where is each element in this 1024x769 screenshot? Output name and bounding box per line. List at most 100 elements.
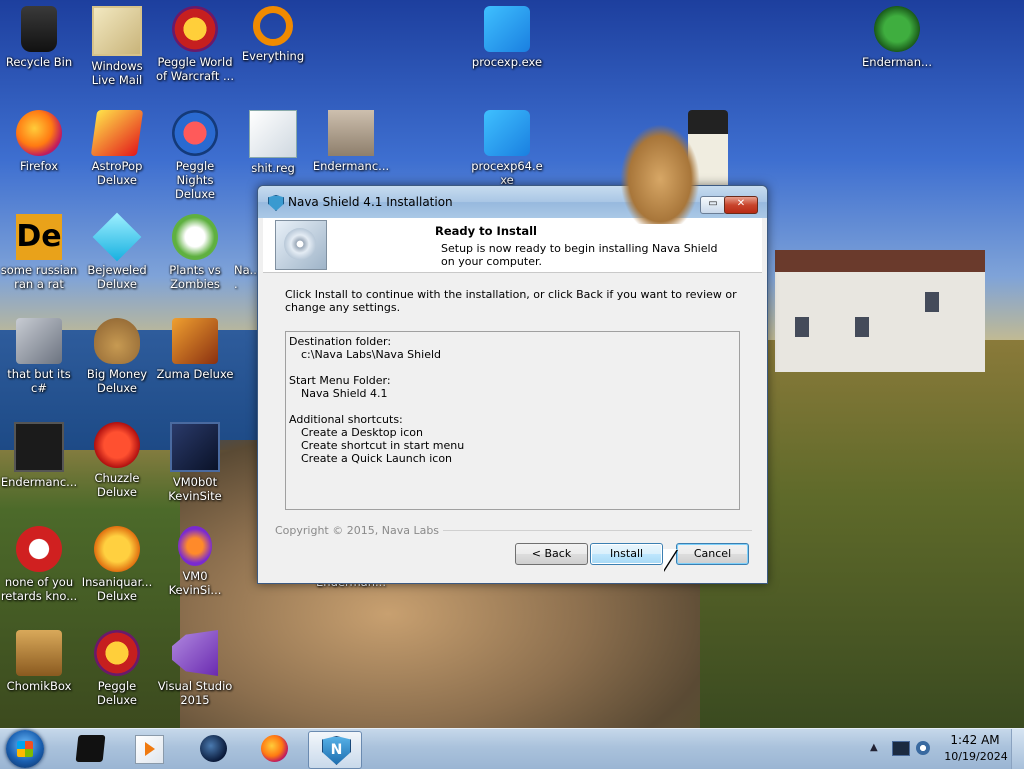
- dragon-icon: [874, 6, 920, 52]
- restore-button[interactable]: ▭: [700, 196, 726, 214]
- wallpaper-house: [775, 250, 985, 372]
- taskbar: N ▲ 1:42 AM 10/19/2024: [0, 728, 1024, 769]
- desktop-icon-insaniquarium[interactable]: Insaniquar... Deluxe: [78, 526, 156, 603]
- desktop-icon-windows-live-mail[interactable]: Windows Live Mail: [78, 6, 156, 87]
- black-app-icon: [75, 735, 106, 762]
- copyright-text: Copyright © 2015, Nava Labs: [275, 524, 444, 537]
- desktop-icon-shit-reg[interactable]: shit.reg: [234, 110, 312, 175]
- volume-icon[interactable]: [916, 741, 930, 755]
- terminal-icon: [14, 422, 64, 472]
- recycle-bin-icon: [21, 6, 57, 52]
- desktop-icon-enderman-dragon[interactable]: Enderman...: [858, 6, 936, 69]
- taskbar-app-media[interactable]: [122, 731, 174, 767]
- visual-studio-icon: [172, 630, 218, 676]
- cancel-button[interactable]: Cancel: [676, 543, 749, 565]
- desktop-icon-zuma[interactable]: Zuma Deluxe: [156, 318, 234, 381]
- taskbar-app-globe[interactable]: [187, 731, 239, 767]
- start-button[interactable]: [6, 730, 44, 768]
- desktop-icon-peggle-wow[interactable]: Peggle World of Warcraft ...: [156, 6, 234, 83]
- desktop-icon-procexp64[interactable]: procexp64.exe: [468, 110, 546, 187]
- money-bag-icon: [94, 318, 140, 364]
- intro-text: Click Install to continue with the insta…: [285, 288, 737, 314]
- desktop-icon-partial[interactable]: Na...: [234, 214, 258, 291]
- wizard-page-subtitle: Setup is now ready to begin installing N…: [441, 242, 718, 268]
- de-icon: De: [16, 214, 62, 260]
- procexp-icon: [484, 6, 530, 52]
- summary-line: Create a Quick Launch icon: [301, 452, 453, 465]
- summary-line: Destination folder:: [289, 335, 392, 348]
- desktop-icon-plants-vs-zombies[interactable]: Plants vs Zombies: [156, 214, 234, 291]
- settings-summary-box[interactable]: Destination folder: c:\Nava Labs\Nava Sh…: [285, 331, 740, 510]
- icon-label: ChomikBox: [6, 679, 72, 693]
- icon-label: VM0b0t KevinSite: [168, 475, 222, 503]
- icon-label: Zuma Deluxe: [156, 367, 234, 381]
- icon-label: Chuzzle Deluxe: [94, 471, 140, 499]
- summary-line: Create shortcut in start menu: [301, 439, 465, 452]
- summary-line: Nava Shield 4.1: [301, 387, 388, 400]
- icon-label: VM0 KevinSi...: [168, 569, 222, 597]
- icon-label: Peggle Nights Deluxe: [175, 159, 215, 201]
- desktop-icon-vm0-kevinsite[interactable]: VM0 KevinSi...: [156, 526, 234, 597]
- desktop-icon-astropop[interactable]: AstroPop Deluxe: [78, 110, 156, 187]
- zuma-icon: [172, 318, 218, 364]
- desktop-icon-enderman-terminal[interactable]: Endermanc...: [0, 422, 78, 489]
- desktop-icon-bejeweled[interactable]: Bejeweled Deluxe: [78, 212, 156, 291]
- desktop-icon-that-but-csharp[interactable]: that but its c#: [0, 318, 78, 395]
- summary-line: Additional shortcuts:: [289, 413, 403, 426]
- desktop-icon-chomikbox[interactable]: ChomikBox: [0, 630, 78, 693]
- cd-icon: [275, 220, 327, 270]
- taskbar-app-nava-shield[interactable]: N: [308, 731, 362, 769]
- show-desktop-button[interactable]: [1011, 729, 1024, 769]
- peggle-icon: [172, 6, 218, 52]
- desktop-icon-none-of-you[interactable]: none of you retards kno...: [0, 526, 78, 603]
- mouse-cursor-icon: [663, 549, 677, 571]
- icon-label: that but its c#: [7, 367, 71, 395]
- desktop-icon-firefox[interactable]: Firefox: [0, 110, 78, 173]
- icon-label: Peggle World of Warcraft ...: [156, 55, 234, 83]
- icon-label: Recycle Bin: [5, 55, 73, 69]
- icon-label: Bejeweled Deluxe: [87, 263, 147, 291]
- clock-time[interactable]: 1:42 AM: [944, 733, 1006, 747]
- gem-icon: [92, 212, 142, 262]
- icon-label: Insaniquar... Deluxe: [81, 575, 153, 603]
- chuzzle-icon: [94, 422, 140, 468]
- system-tray: ▲ 1:42 AM 10/19/2024: [862, 729, 1024, 769]
- back-button[interactable]: < Back: [515, 543, 588, 565]
- desktop-icon-peggle-nights[interactable]: Peggle Nights Deluxe: [156, 110, 234, 201]
- shield-icon: [268, 195, 284, 211]
- desktop-icon-recycle-bin[interactable]: Recycle Bin: [0, 6, 78, 69]
- procexp64-icon: [484, 110, 530, 156]
- registry-file-icon: [249, 110, 297, 158]
- clock-date[interactable]: 10/19/2024: [940, 750, 1012, 763]
- icon-label: shit.reg: [251, 161, 295, 175]
- icon-label: Endermanc...: [0, 475, 78, 489]
- bird-icon: [16, 526, 62, 572]
- show-hidden-icons-button[interactable]: ▲: [870, 742, 878, 753]
- desktop-icon-some-russian[interactable]: De some russian ran a rat: [0, 214, 78, 291]
- network-icon[interactable]: [892, 741, 910, 756]
- icon-label: Everything: [241, 49, 305, 63]
- wizard-header: Ready to Install Setup is now ready to b…: [263, 218, 762, 273]
- desktop-icon-procexp[interactable]: procexp.exe: [468, 6, 546, 69]
- copy-icon: [16, 318, 62, 364]
- taskbar-app-firefox[interactable]: [248, 731, 300, 767]
- desktop-icon-vm0b0t[interactable]: VM0b0t KevinSite: [156, 422, 234, 503]
- peggle-deluxe-icon: [94, 630, 140, 676]
- wizard-page-title: Ready to Install: [435, 224, 538, 238]
- icon-label: Endermanc...: [312, 159, 390, 173]
- desktop-icon-visual-studio[interactable]: Visual Studio 2015: [156, 630, 234, 707]
- taskbar-app-black[interactable]: [64, 731, 116, 767]
- media-player-icon: [135, 735, 164, 764]
- dialog-title: Nava Shield 4.1 Installation: [288, 195, 453, 209]
- plants-icon: [172, 214, 218, 260]
- close-button[interactable]: ✕: [724, 196, 758, 214]
- icon-label: Enderman...: [862, 55, 932, 69]
- partial-icon: [236, 214, 256, 260]
- install-button[interactable]: Install: [590, 543, 663, 565]
- desktop-icon-everything[interactable]: Everything: [234, 6, 312, 63]
- desktop-icon-peggle-deluxe[interactable]: Peggle Deluxe: [78, 630, 156, 707]
- desktop-icon-big-money[interactable]: Big Money Deluxe: [78, 318, 156, 395]
- hamster-mascot[interactable]: [620, 124, 700, 224]
- desktop-icon-chuzzle[interactable]: Chuzzle Deluxe: [78, 422, 156, 499]
- desktop-icon-enderman-cat[interactable]: Endermanc...: [312, 110, 390, 173]
